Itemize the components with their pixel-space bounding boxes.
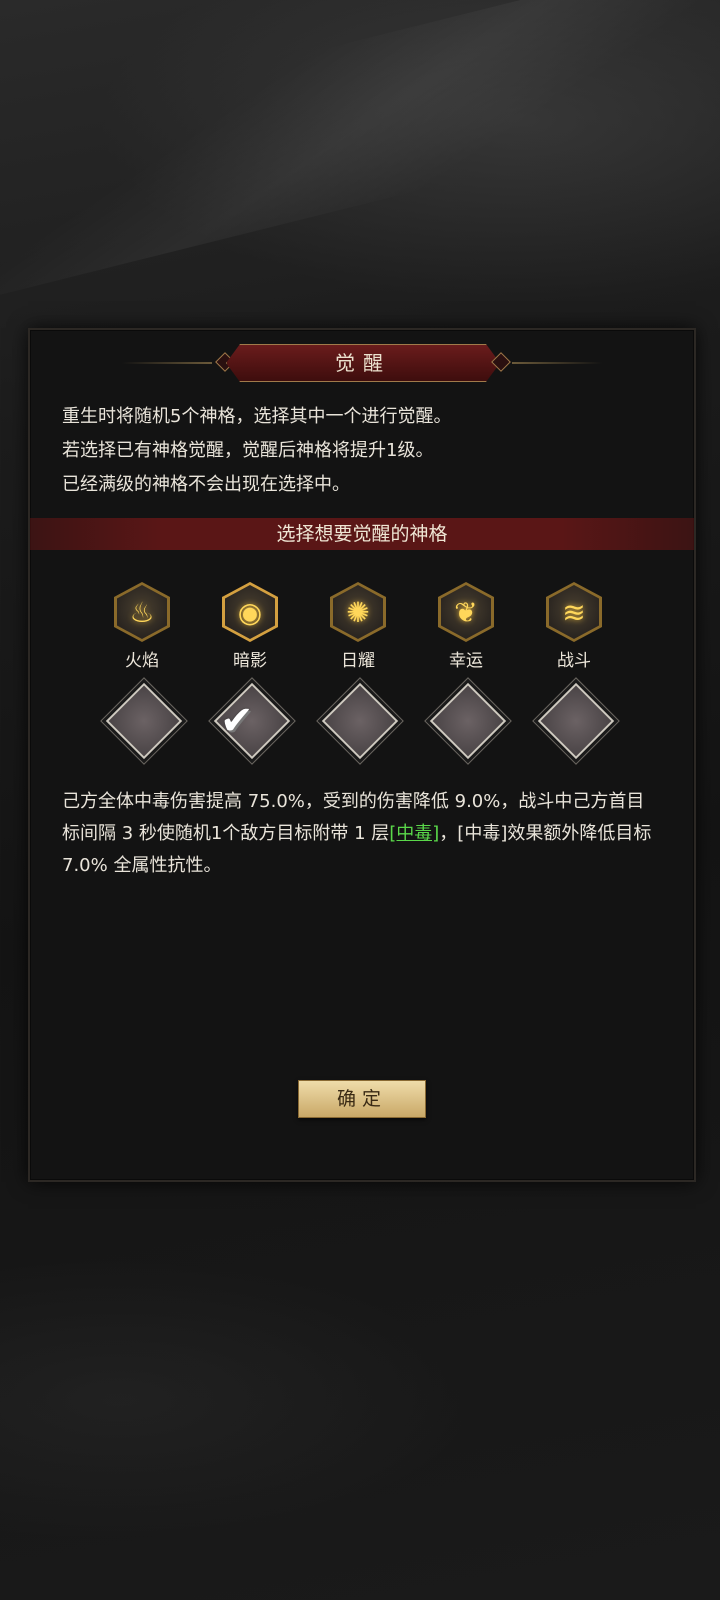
description: 重生时将随机5个神格，选择其中一个进行觉醒。 若选择已有神格觉醒，觉醒后神格将提…: [62, 400, 662, 502]
option-sun[interactable]: ✺ 日耀: [318, 582, 398, 671]
dialog-title: 觉醒: [226, 344, 500, 382]
select-box-fire[interactable]: [105, 682, 183, 760]
flame-icon: ♨: [117, 585, 167, 639]
title-line-left: [122, 362, 212, 364]
wing-icon: ❦: [441, 585, 491, 639]
poison-link[interactable]: [中毒]: [389, 823, 439, 844]
option-label: 日耀: [341, 651, 375, 671]
option-label: 火焰: [125, 651, 159, 671]
shadow-icon: ◉: [225, 585, 275, 639]
confirm-button[interactable]: 确定: [298, 1080, 426, 1118]
select-box-luck[interactable]: [429, 682, 507, 760]
description-line: 重生时将随机5个神格，选择其中一个进行觉醒。: [62, 406, 452, 427]
option-shadow[interactable]: ◉ 暗影: [210, 582, 290, 671]
section-header: 选择想要觉醒的神格: [30, 518, 694, 550]
option-luck[interactable]: ❦ 幸运: [426, 582, 506, 671]
selection-row: ✔: [102, 682, 642, 764]
description-line: 已经满级的神格不会出现在选择中。: [62, 474, 350, 495]
option-label: 暗影: [233, 651, 267, 671]
title-line-right: [512, 362, 602, 364]
option-fire[interactable]: ♨ 火焰: [102, 582, 182, 671]
select-box-battle[interactable]: [537, 682, 615, 760]
option-battle[interactable]: ≋ 战斗: [534, 582, 614, 671]
description-line: 若选择已有神格觉醒，觉醒后神格将提升1级。: [62, 440, 434, 461]
option-label: 幸运: [449, 651, 483, 671]
checkmark-icon: ✔: [220, 698, 254, 744]
dialog-title-bar: 觉醒: [30, 344, 694, 382]
deity-icon-row: ♨ 火焰 ◉ 暗影 ✺ 日耀 ❦ 幸运 ≋ 战斗: [102, 582, 642, 672]
option-label: 战斗: [557, 651, 591, 671]
battle-icon: ≋: [549, 585, 599, 639]
sun-icon: ✺: [333, 585, 383, 639]
awaken-dialog: 觉醒 重生时将随机5个神格，选择其中一个进行觉醒。 若选择已有神格觉醒，觉醒后神…: [28, 328, 696, 1182]
select-box-sun[interactable]: [321, 682, 399, 760]
effect-description: 己方全体中毒伤害提高 75.0%，受到的伤害降低 9.0%，战斗中己方首目标间隔…: [62, 786, 662, 882]
